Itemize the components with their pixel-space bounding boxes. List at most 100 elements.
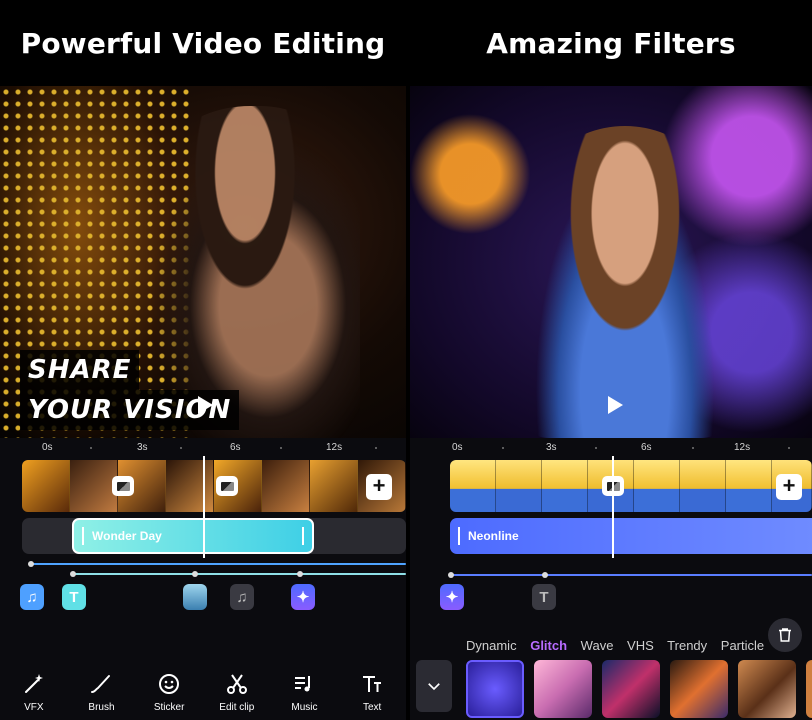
clip-frame [70, 460, 118, 512]
tool-sticker[interactable]: Sticker [138, 646, 200, 720]
headline: Amazing Filters [410, 0, 812, 86]
ruler-label: 3s [546, 442, 557, 453]
text-icon [363, 676, 382, 692]
text-line [72, 573, 406, 575]
video-subject [520, 126, 730, 438]
video-preview[interactable] [410, 86, 812, 438]
ruler-label: 12s [734, 442, 751, 453]
line-dot [192, 571, 198, 577]
filter-thumb-none[interactable] [466, 660, 524, 718]
magic-wand-icon [24, 674, 43, 693]
ruler-dot [90, 447, 92, 449]
tool-music[interactable]: Music [273, 646, 335, 720]
text-icon[interactable]: T [62, 584, 86, 610]
effect-line [450, 574, 812, 576]
time-ruler: 0s 3s 6s 12s [410, 438, 812, 458]
line-dot [542, 572, 548, 578]
text-clip-label: Wonder Day [92, 529, 162, 543]
filter-thumb[interactable] [534, 660, 592, 718]
clip-frame [496, 460, 542, 512]
filter-thumb[interactable] [670, 660, 728, 718]
ruler-dot [375, 447, 377, 449]
text-icon[interactable]: T [532, 584, 556, 610]
text-clip-label: Neonline [468, 529, 519, 543]
ruler-dot [180, 447, 182, 449]
overlay-line-1: SHARE [20, 350, 140, 390]
filter-thumb[interactable] [806, 660, 812, 718]
category-vhs[interactable]: VHS [627, 638, 654, 653]
audio-line [30, 563, 406, 565]
playhead[interactable] [612, 456, 614, 558]
filter-thumb[interactable] [602, 660, 660, 718]
text-overlay[interactable]: SHARE YOUR VISION [20, 350, 240, 430]
tool-label: Brush [88, 702, 115, 713]
filter-thumb[interactable] [738, 660, 796, 718]
ruler-label: 6s [230, 442, 241, 453]
clip-frame [166, 460, 214, 512]
tool-label: Text [362, 702, 382, 713]
line-dot [448, 572, 454, 578]
filter-categories: Dynamic Glitch Wave VHS Trendy Particle [466, 638, 774, 653]
tool-label: Music [291, 702, 318, 713]
scissors-icon [226, 674, 247, 694]
transition-icon[interactable] [216, 476, 238, 496]
ruler-dot [788, 447, 790, 449]
video-preview[interactable]: SHARE YOUR VISION [0, 86, 406, 438]
image-icon[interactable] [183, 584, 207, 610]
trim-handle[interactable] [82, 527, 84, 545]
clip-frame [726, 460, 772, 512]
trim-handle[interactable] [302, 527, 304, 545]
collapse-button[interactable] [416, 660, 452, 712]
text-clip[interactable]: Wonder Day [72, 518, 314, 554]
video-track[interactable] [22, 460, 406, 512]
trim-handle[interactable] [458, 527, 460, 545]
tool-edit-clip[interactable]: Edit clip [206, 646, 268, 720]
tool-label: Edit clip [219, 702, 255, 713]
right-panel: Amazing Filters 0s 3s 6s 12s + Neonline … [410, 0, 812, 720]
tool-label: VFX [24, 702, 44, 713]
category-particle[interactable]: Particle [721, 638, 764, 653]
video-track[interactable] [450, 460, 812, 512]
trash-icon [779, 628, 791, 642]
ruler-dot [280, 447, 282, 449]
music-list-icon [295, 676, 311, 692]
magic-wand-icon[interactable]: ✦ [291, 584, 315, 610]
tool-brush[interactable]: Brush [70, 646, 132, 720]
time-ruler: 0s 3s 6s 12s [0, 438, 406, 458]
category-wave[interactable]: Wave [581, 638, 614, 653]
headline: Powerful Video Editing [0, 0, 406, 86]
tool-text[interactable]: Text [341, 646, 403, 720]
ruler-dot [692, 447, 694, 449]
clip-frame [450, 460, 496, 512]
ruler-dot [595, 447, 597, 449]
tool-vfx[interactable]: VFX [3, 646, 65, 720]
clip-frame [542, 460, 588, 512]
clip-frame [262, 460, 310, 512]
play-icon[interactable] [608, 396, 623, 414]
clip-frame [680, 460, 726, 512]
ruler-label: 3s [137, 442, 148, 453]
ruler-label: 12s [326, 442, 343, 453]
add-clip-button[interactable]: + [776, 474, 802, 500]
category-dynamic[interactable]: Dynamic [466, 638, 517, 653]
play-icon[interactable] [198, 396, 213, 414]
add-clip-button[interactable]: + [366, 474, 392, 500]
chevron-down-icon [428, 683, 440, 691]
music-note-icon[interactable]: ♫ [230, 584, 254, 610]
bottom-toolbar: VFX Brush Sticker Edit clip Music Text [0, 646, 406, 720]
category-trendy[interactable]: Trendy [667, 638, 707, 653]
music-note-icon[interactable]: ♫ [20, 584, 44, 610]
brush-icon [91, 675, 111, 693]
clip-frame [22, 460, 70, 512]
magic-wand-icon[interactable]: ✦ [440, 584, 464, 610]
transition-icon[interactable] [112, 476, 134, 496]
ruler-label: 0s [42, 442, 53, 453]
line-dot [28, 561, 34, 567]
playhead[interactable] [203, 456, 205, 558]
category-glitch[interactable]: Glitch [530, 638, 567, 653]
clip-frame [634, 460, 680, 512]
line-dot [70, 571, 76, 577]
left-panel: Powerful Video Editing SHARE YOUR VISION… [0, 0, 406, 720]
text-clip[interactable]: Neonline [450, 518, 812, 554]
clip-frame [310, 460, 358, 512]
